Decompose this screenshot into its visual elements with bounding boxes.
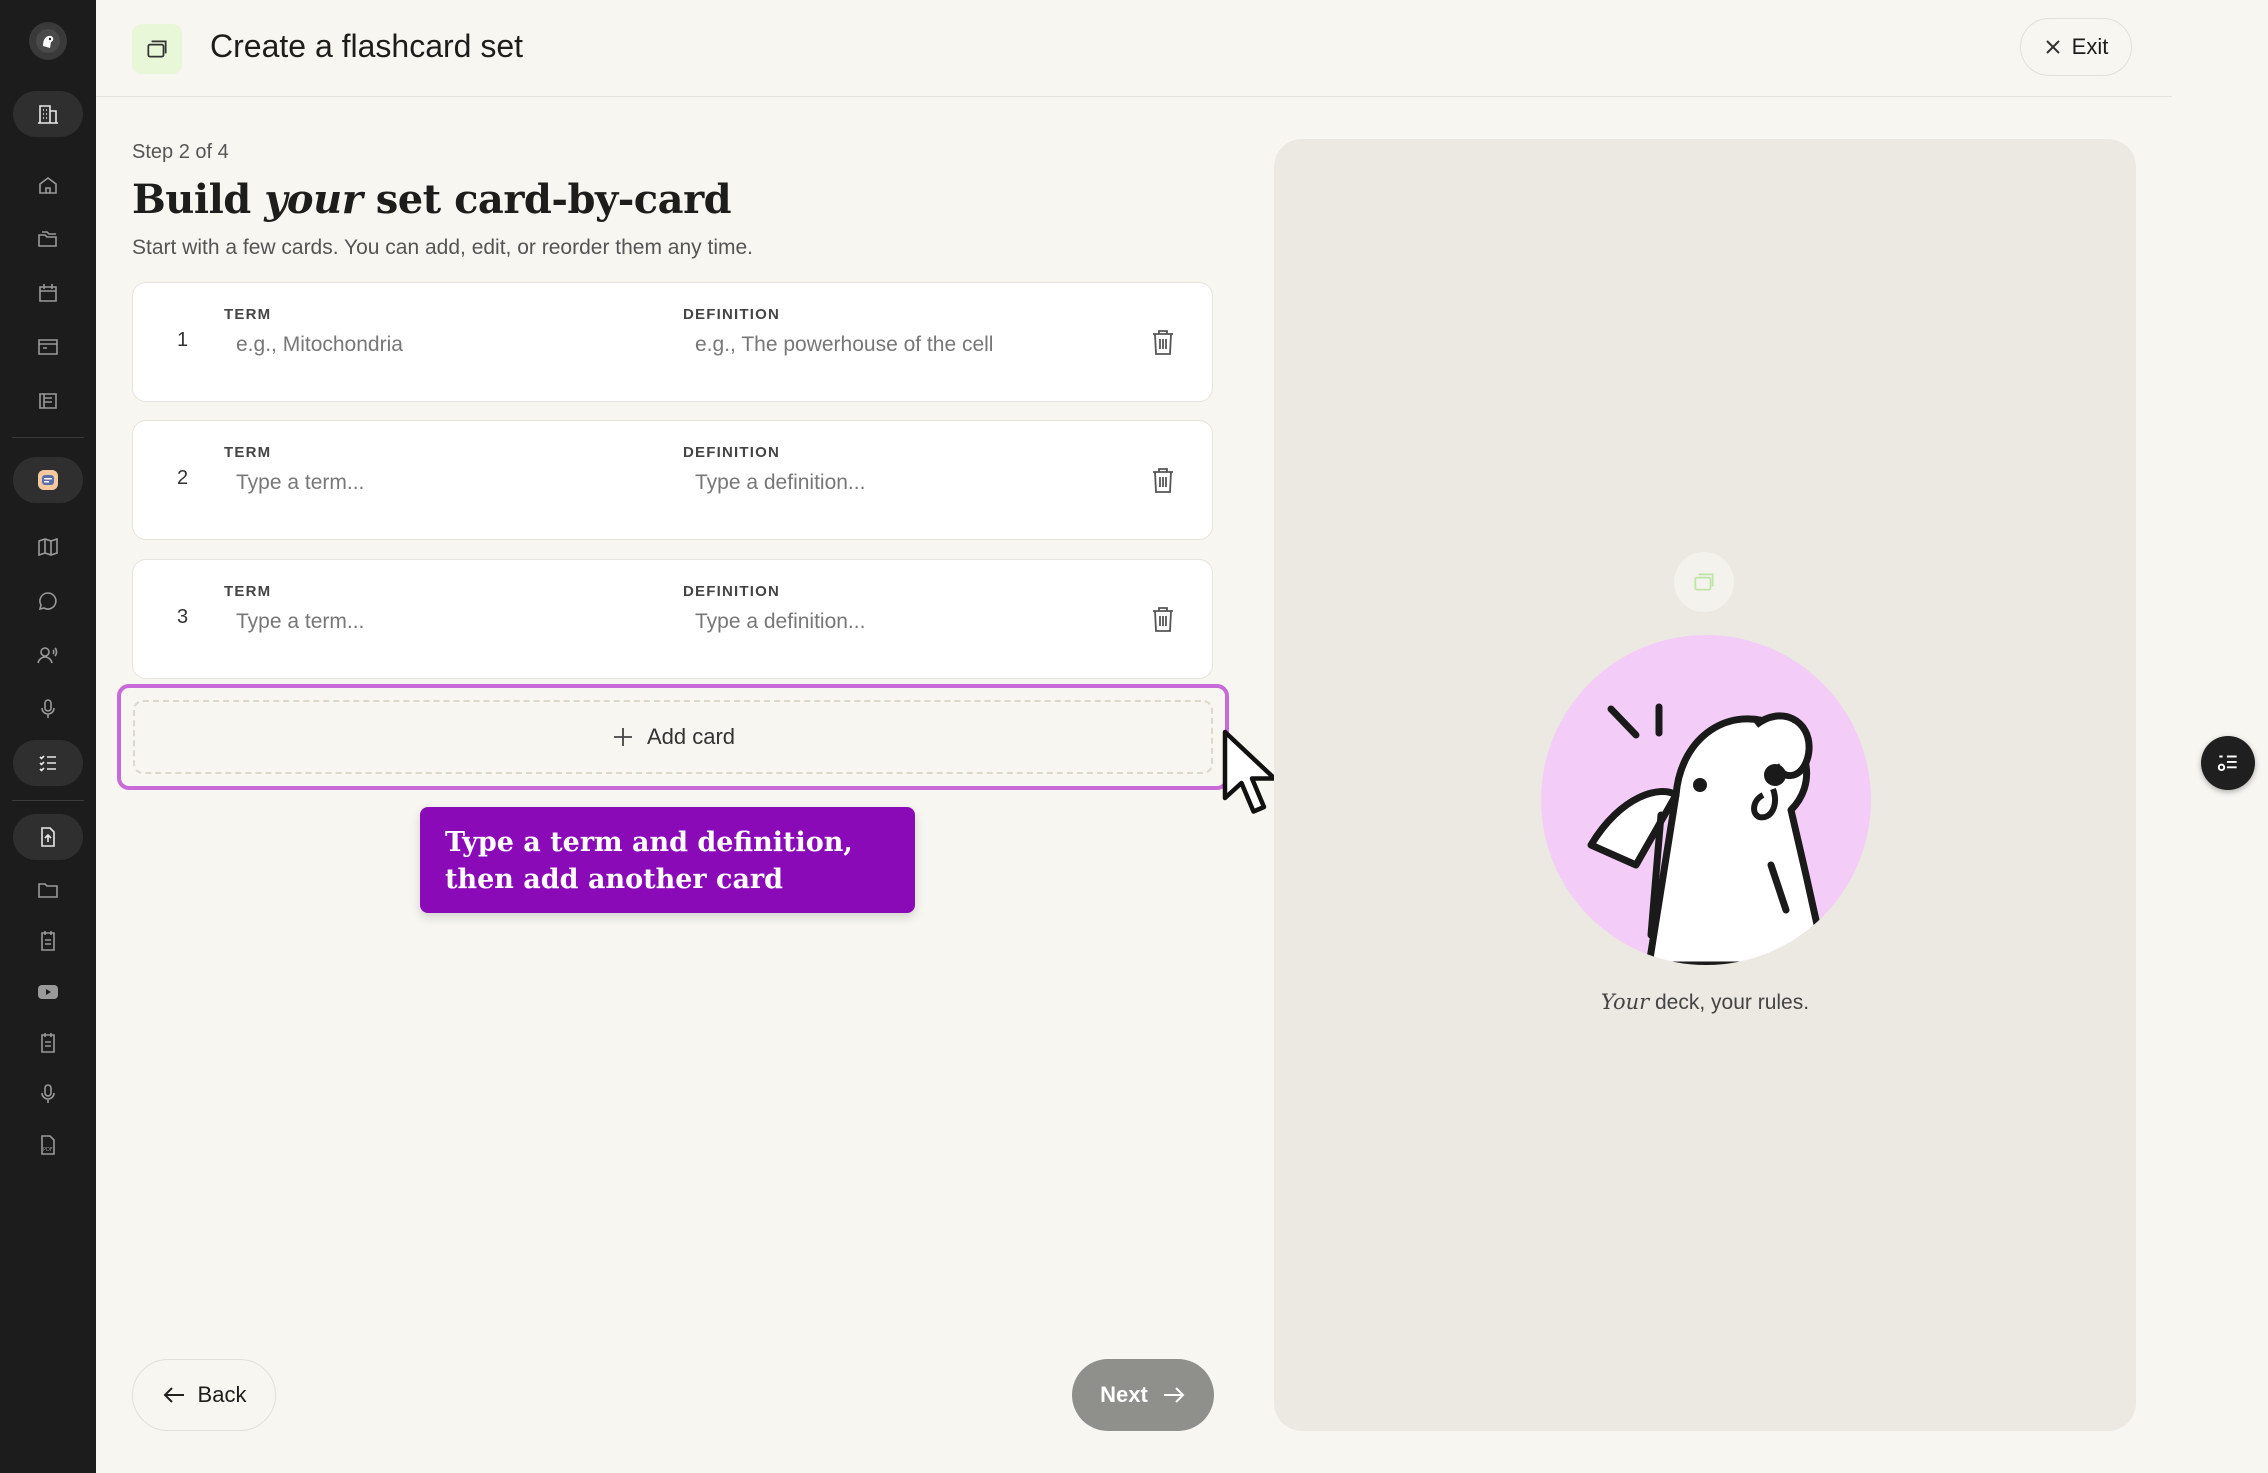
term-input[interactable]	[236, 471, 656, 495]
floating-checklist-button[interactable]	[2201, 736, 2255, 790]
caption-rest: deck, your rules.	[1649, 991, 1810, 1014]
chat-icon	[38, 592, 57, 611]
top-bar: Create a flashcard set Exit	[96, 0, 2172, 97]
add-card-highlight: Add card	[117, 684, 1229, 790]
flashcard-row: 1 TERM DEFINITION	[132, 282, 1213, 402]
arrow-left-icon	[163, 1387, 184, 1403]
sidebar-item-home[interactable]	[13, 162, 83, 208]
preview-panel: Your deck, your rules.	[1274, 139, 2136, 1431]
checklist-icon	[39, 755, 56, 772]
heading-emphasis: your	[264, 176, 363, 223]
heading-pre: Build	[132, 176, 265, 223]
app-avatar-icon	[38, 470, 58, 490]
add-card-button[interactable]: Add card	[133, 700, 1213, 774]
preview-caption: Your deck, your rules.	[1274, 990, 2136, 1015]
section-subtitle: Start with a few cards. You can add, edi…	[132, 236, 753, 259]
card-number: 1	[177, 329, 189, 351]
svg-text:PDF: PDF	[43, 1147, 53, 1153]
file-upload-icon	[41, 827, 55, 847]
term-label: TERM	[224, 583, 272, 600]
definition-input[interactable]	[695, 610, 1115, 634]
sidebar-item-window[interactable]	[13, 324, 83, 370]
exit-button[interactable]: Exit	[2020, 18, 2132, 76]
card-number: 2	[177, 467, 189, 489]
definition-label: DEFINITION	[683, 444, 780, 461]
card-number: 3	[177, 606, 189, 628]
sidebar-item-calendar[interactable]	[13, 270, 83, 316]
sidebar-item-file-upload[interactable]	[13, 814, 83, 860]
trash-icon[interactable]	[1149, 327, 1177, 357]
sidebar-item-pdf[interactable]: PDF	[13, 1122, 83, 1168]
trash-icon[interactable]	[1149, 465, 1177, 495]
voice-user-icon	[37, 647, 58, 664]
term-input[interactable]	[236, 333, 656, 357]
mouse-cursor-icon	[1222, 729, 1277, 814]
sidebar-item-voice-user[interactable]	[13, 632, 83, 678]
library-icon	[39, 393, 57, 409]
checklist-icon	[2217, 755, 2237, 772]
page-title: Create a flashcard set	[210, 28, 524, 64]
logo-icon[interactable]	[29, 22, 67, 60]
sidebar-divider	[12, 437, 84, 438]
term-label: TERM	[224, 306, 272, 323]
sidebar-item-folders[interactable]	[13, 216, 83, 262]
sidebar-item-organization[interactable]	[13, 91, 83, 137]
sidebar-item-notes[interactable]	[13, 918, 83, 964]
sidebar-divider	[12, 800, 84, 801]
sidebar-item-folder[interactable]	[13, 867, 83, 913]
flashcard-icon	[1674, 552, 1734, 612]
sidebar-item-chat[interactable]	[13, 578, 83, 624]
calendar-icon	[39, 284, 57, 302]
add-card-label: Add card	[646, 724, 736, 749]
term-label: TERM	[224, 444, 272, 461]
exit-label: Exit	[2071, 34, 2109, 59]
building-icon	[38, 105, 58, 124]
flashcard-row: 3 TERM DEFINITION	[132, 559, 1213, 679]
dog-illustration	[1541, 635, 1871, 965]
close-icon	[2045, 40, 2060, 54]
back-label: Back	[197, 1382, 247, 1407]
notes-icon	[41, 931, 55, 951]
definition-input[interactable]	[695, 471, 1115, 495]
caption-emphasis: Your	[1600, 990, 1650, 1014]
flashcard-row: 2 TERM DEFINITION	[132, 420, 1213, 540]
arrow-right-icon	[1163, 1387, 1185, 1403]
folder-icon	[38, 883, 58, 898]
pdf-icon: PDF	[41, 1135, 55, 1155]
definition-label: DEFINITION	[683, 583, 780, 600]
home-icon	[39, 177, 57, 194]
sidebar-item-library[interactable]	[13, 378, 83, 424]
flashcard-icon	[132, 24, 182, 74]
folders-icon	[38, 231, 57, 247]
sidebar-item-app[interactable]	[13, 457, 83, 503]
term-input[interactable]	[236, 610, 656, 634]
video-icon	[38, 985, 58, 999]
sidebar-item-checklist[interactable]	[13, 740, 83, 786]
mic2-icon	[41, 1084, 55, 1103]
map-icon	[38, 537, 58, 557]
sidebar-item-map[interactable]	[13, 524, 83, 570]
sidebar-item-mic[interactable]	[13, 686, 83, 732]
next-button[interactable]: Next	[1072, 1359, 1214, 1431]
notes2-icon	[41, 1033, 55, 1053]
back-button[interactable]: Back	[132, 1359, 276, 1431]
trash-icon[interactable]	[1149, 604, 1177, 634]
section-heading: Build your set card-by-card	[132, 176, 732, 223]
mic-icon	[41, 699, 55, 718]
sidebar: PDF	[0, 0, 96, 1473]
sidebar-item-video[interactable]	[13, 969, 83, 1015]
sidebar-item-mic-2[interactable]	[13, 1071, 83, 1117]
window-icon	[38, 339, 58, 355]
sidebar-item-notes-2[interactable]	[13, 1020, 83, 1066]
heading-post: set card-by-card	[362, 176, 732, 223]
plus-icon	[613, 728, 632, 746]
step-indicator: Step 2 of 4	[132, 141, 229, 163]
onboarding-tooltip: Type a term and definition, then add ano…	[420, 807, 915, 913]
next-label: Next	[1100, 1382, 1148, 1407]
definition-input[interactable]	[695, 333, 1115, 357]
definition-label: DEFINITION	[683, 306, 780, 323]
